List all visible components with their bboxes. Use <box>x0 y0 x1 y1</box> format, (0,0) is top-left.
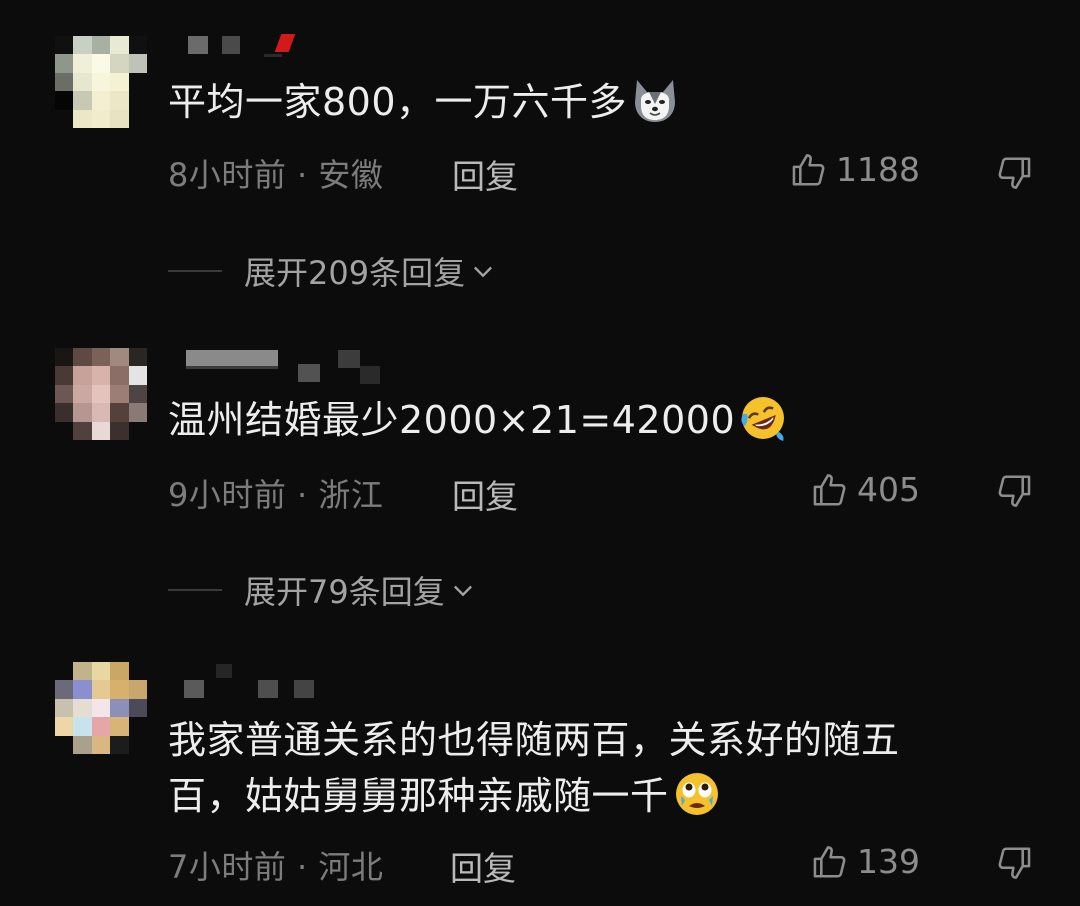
like-button[interactable]: 1188 <box>790 150 920 189</box>
comment-text: 我家普通关系的也得随两百，关系好的随五 百，姑姑舅舅那种亲戚随一千 <box>168 718 900 818</box>
thumbs-down-icon[interactable] <box>995 472 1033 510</box>
like-button[interactable]: 405 <box>811 470 920 509</box>
reply-button[interactable]: 回复 <box>450 842 516 890</box>
comment-text: 温州结婚最少2000×21=42000 <box>168 392 988 448</box>
expand-replies-button[interactable]: 展开79条回复 <box>168 567 477 613</box>
comment-meta: 8小时前 · 安徽 <box>168 156 384 194</box>
reply-button[interactable]: 回复 <box>452 470 518 518</box>
divider-line <box>168 589 222 591</box>
thumbs-up-icon <box>813 473 846 506</box>
thumbs-up-icon <box>792 153 825 186</box>
comment-meta: 9小时前 · 浙江 <box>168 476 384 514</box>
comment-meta: 7小时前 · 河北 <box>168 848 384 886</box>
like-count: 139 <box>857 842 920 881</box>
username-pixelated[interactable] <box>170 664 400 702</box>
expand-replies-button[interactable]: 展开209条回复 <box>168 248 497 294</box>
avatar[interactable] <box>55 348 147 440</box>
rolling-laughing-emoji <box>741 397 785 441</box>
like-count: 405 <box>857 470 920 509</box>
comment-list: 平均一家800，一万六千多 8小时前 · 安徽 回复 1188 展开209条回复… <box>0 0 1080 906</box>
divider-line <box>168 270 222 272</box>
husky-dog-emoji <box>635 80 676 122</box>
avatar[interactable] <box>55 662 147 754</box>
avatar[interactable] <box>55 36 147 128</box>
like-button[interactable]: 139 <box>811 842 920 881</box>
thumbs-up-icon <box>813 845 846 878</box>
teary-eyed-emoji <box>675 773 718 815</box>
username-pixelated[interactable] <box>170 34 400 58</box>
username-pixelated[interactable] <box>170 350 400 384</box>
chevron-down-icon <box>474 266 493 278</box>
thumbs-down-icon[interactable] <box>995 154 1033 192</box>
thumbs-down-icon[interactable] <box>995 844 1033 882</box>
chevron-down-icon <box>453 585 472 597</box>
reply-button[interactable]: 回复 <box>452 150 518 198</box>
like-count: 1188 <box>836 150 920 189</box>
comment-text: 平均一家800，一万六千多 <box>168 74 988 130</box>
